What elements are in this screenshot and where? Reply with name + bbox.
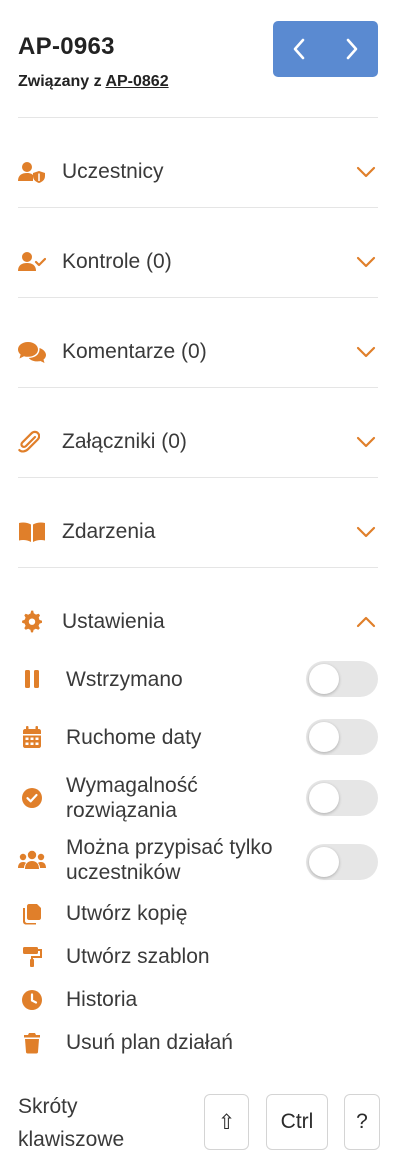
history-action[interactable]: Historia <box>18 984 378 1016</box>
setting-resolution-requirement: Wymagalność rozwiązania <box>18 773 378 823</box>
book-open-icon <box>18 520 46 544</box>
toggle-knob <box>309 847 339 877</box>
action-label: Historia <box>66 988 138 1011</box>
related-link[interactable]: AP-0862 <box>105 73 168 90</box>
next-button[interactable] <box>326 21 379 77</box>
divider <box>18 117 378 118</box>
section-settings[interactable]: Ustawienia <box>18 600 378 644</box>
section-label: Załączniki (0) <box>62 430 187 453</box>
create-copy-action[interactable]: Utwórz kopię <box>18 898 378 930</box>
shortcuts-label: Skróty klawiszowe <box>18 1095 125 1151</box>
clock-icon <box>18 988 46 1012</box>
action-label: Utwórz kopię <box>66 902 188 925</box>
comments-icon <box>18 340 46 364</box>
user-check-icon <box>18 250 46 274</box>
trash-icon <box>18 1031 46 1055</box>
paused-toggle[interactable] <box>306 661 378 697</box>
divider <box>18 297 378 298</box>
section-events[interactable]: Zdarzenia <box>18 510 378 554</box>
copy-icon <box>18 902 46 926</box>
action-label: Usuń plan działań <box>66 1031 233 1054</box>
toggle-knob <box>309 664 339 694</box>
ctrl-key-button[interactable]: Ctrl <box>266 1094 328 1150</box>
section-label: Komentarze (0) <box>62 340 207 363</box>
chevron-down-icon <box>354 250 378 274</box>
section-attachments[interactable]: Załączniki (0) <box>18 420 378 464</box>
chevron-down-icon <box>354 340 378 364</box>
section-label: Ustawienia <box>62 610 165 633</box>
divider <box>18 207 378 208</box>
chevron-up-icon <box>354 610 378 634</box>
paperclip-icon <box>18 430 46 454</box>
check-circle-icon <box>18 786 46 810</box>
chevron-down-icon <box>354 160 378 184</box>
related-line: Związany z AP-0862 <box>18 73 169 91</box>
page-title: AP-0963 <box>18 33 115 60</box>
setting-floating-dates: Ruchome daty <box>18 719 378 755</box>
floating-dates-toggle[interactable] <box>306 719 378 755</box>
create-template-action[interactable]: Utwórz szablon <box>18 941 378 973</box>
chevron-right-icon <box>346 38 358 60</box>
navigation-button-group <box>273 21 378 77</box>
shift-key-button[interactable]: ⇧ <box>204 1094 249 1150</box>
section-participants[interactable]: Uczestnicy <box>18 150 378 194</box>
chevron-left-icon <box>293 38 305 60</box>
action-label: Utwórz szablon <box>66 945 210 968</box>
users-icon <box>18 848 46 872</box>
delete-action-plan-action[interactable]: Usuń plan działań <box>18 1027 378 1059</box>
section-controls[interactable]: Kontrole (0) <box>18 240 378 284</box>
resolution-requirement-toggle[interactable] <box>306 780 378 816</box>
calendar-icon <box>18 725 46 749</box>
toggle-knob <box>309 722 339 752</box>
keyboard-shortcuts: Skróty klawiszowe ⇧ Ctrl ? <box>18 1090 380 1154</box>
divider <box>18 387 378 388</box>
chevron-down-icon <box>354 430 378 454</box>
help-key-button[interactable]: ? <box>344 1094 380 1150</box>
chevron-down-icon <box>354 520 378 544</box>
ctrl-key-label: Ctrl <box>280 1110 314 1133</box>
users-shield-icon <box>18 160 46 184</box>
gear-icon <box>18 610 46 634</box>
divider <box>18 477 378 478</box>
pause-icon <box>18 667 46 691</box>
previous-button[interactable] <box>273 21 326 77</box>
shift-key-label: ⇧ <box>217 1110 236 1134</box>
setting-assign-participants-only: Można przypisać tylko uczestników <box>18 835 378 885</box>
section-label: Uczestnicy <box>62 160 164 183</box>
setting-paused: Wstrzymano <box>18 661 378 697</box>
section-comments[interactable]: Komentarze (0) <box>18 330 378 374</box>
help-key-label: ? <box>356 1110 368 1133</box>
setting-label: Wymagalność rozwiązania <box>66 774 198 822</box>
section-label: Zdarzenia <box>62 520 156 543</box>
assign-participants-only-toggle[interactable] <box>306 844 378 880</box>
header: AP-0963 Związany z AP-0862 <box>18 20 378 98</box>
setting-label: Można przypisać tylko uczestników <box>66 836 273 884</box>
paint-roller-icon <box>18 945 46 969</box>
divider <box>18 567 378 568</box>
section-label: Kontrole (0) <box>62 250 172 273</box>
related-prefix: Związany z <box>18 73 102 90</box>
toggle-knob <box>309 783 339 813</box>
